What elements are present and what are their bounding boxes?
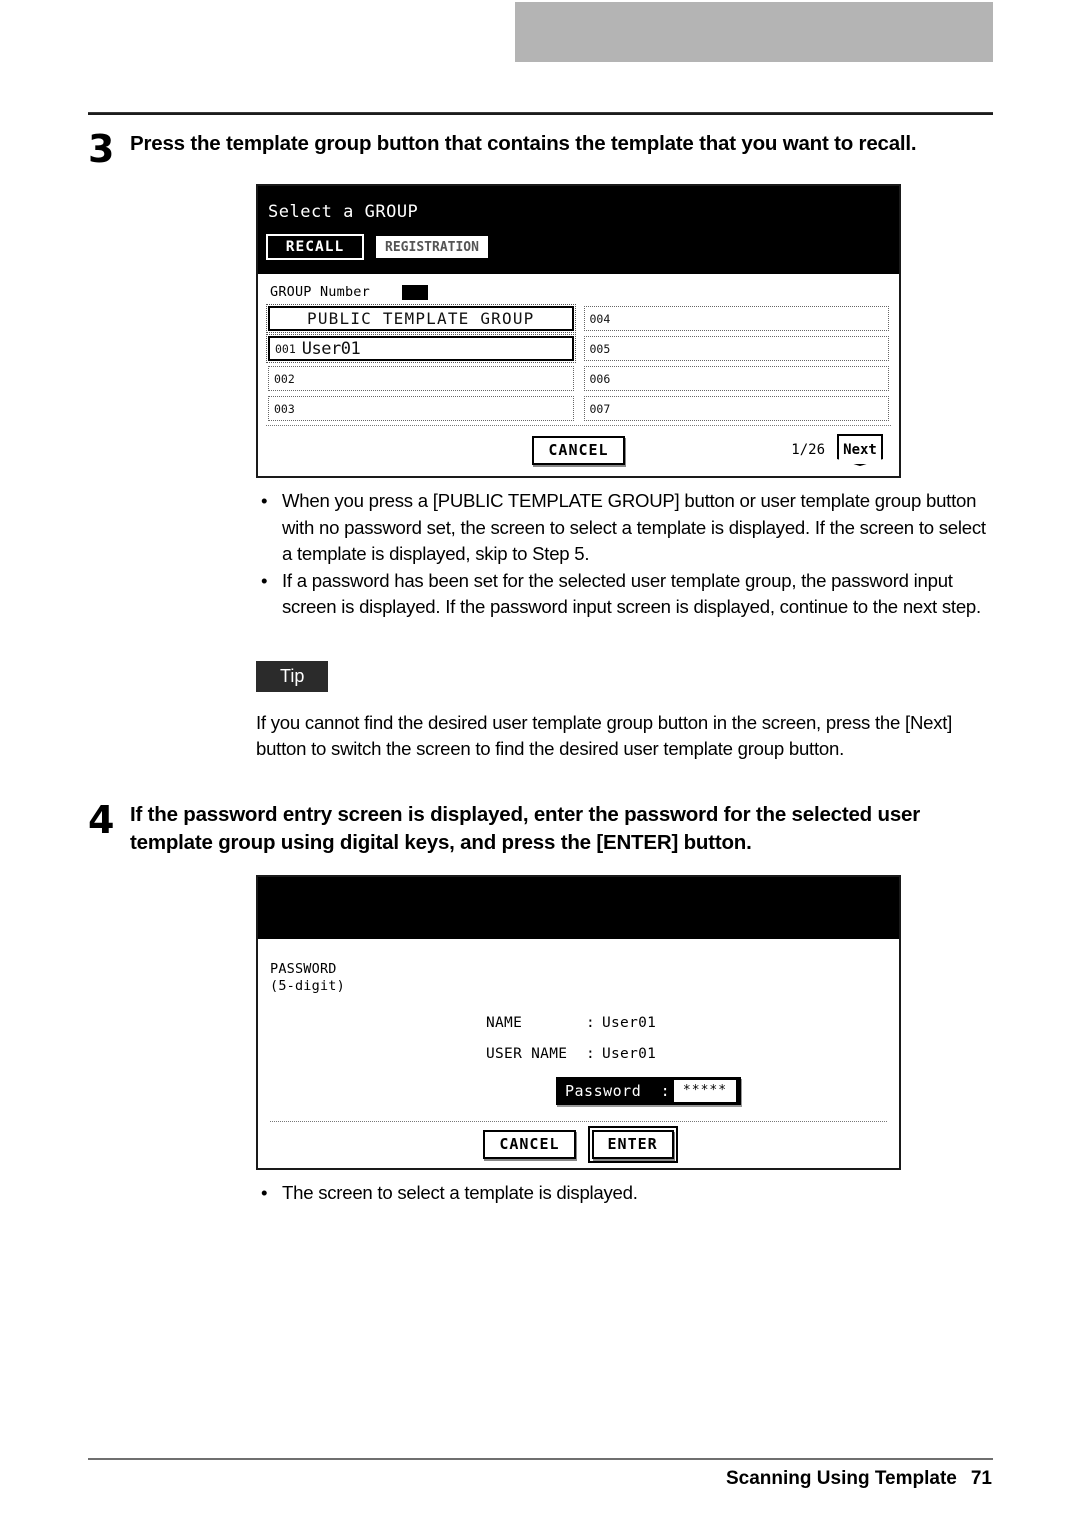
password-screen-fields: NAME : User01 USER NAME : User01 Passwor… (486, 1015, 889, 1105)
group-number-row: GROUP Number (266, 282, 891, 306)
field-user-name-row: USER NAME : User01 (486, 1046, 889, 1062)
field-name-colon: : (586, 1014, 596, 1031)
note-item: • If a password has been set for the sel… (256, 568, 993, 621)
tip-badge: Tip (256, 660, 329, 692)
group-button-index: 001 (275, 341, 296, 356)
note-text: If a password has been set for the selec… (282, 569, 981, 618)
header-divider-rule (88, 112, 993, 115)
group-screen-notes: • When you press a [PUBLIC TEMPLATE GROU… (256, 488, 993, 621)
select-group-footer: CANCEL 1/26 Next (266, 430, 891, 470)
password-cancel-button[interactable]: CANCEL (483, 1130, 576, 1159)
group-button-index: 003 (274, 401, 295, 416)
tip-text: If you cannot find the desired user temp… (256, 711, 953, 760)
group-number-value-box[interactable] (402, 284, 428, 300)
bullet-icon: • (261, 490, 268, 511)
group-button-name: User01 (301, 338, 361, 359)
step-3-number: 3 (88, 127, 114, 171)
group-button-grid: PUBLIC TEMPLATE GROUP 004 001 User01 005… (266, 304, 891, 426)
note-text: When you press a [PUBLIC TEMPLATE GROUP]… (282, 490, 986, 564)
field-user-name-colon: : (586, 1045, 596, 1062)
password-input[interactable]: Password : ***** (556, 1076, 741, 1105)
password-screen-notes: • The screen to select a template is dis… (256, 1180, 993, 1207)
group-button-index: 002 (274, 371, 295, 386)
note-item: • The screen to select a template is dis… (256, 1180, 993, 1207)
password-hint-line1: PASSWORD (270, 960, 337, 977)
page-content: 3 Press the template group button that c… (88, 130, 993, 1206)
step-4: 4 If the password entry screen is displa… (88, 801, 993, 857)
group-button-004[interactable]: 004 (583, 306, 889, 331)
step-4-number: 4 (88, 797, 114, 842)
tip-block: Tip If you cannot find the desired user … (256, 660, 993, 763)
password-screen-footer: CANCEL ENTER (268, 1122, 889, 1168)
select-group-screen: Select a GROUP RECALL REGISTRATION GROUP… (256, 184, 901, 478)
step-3: 3 Press the template group button that c… (88, 127, 993, 171)
page-footer: Scanning Using Template 71 (726, 1468, 992, 1490)
tab-recall-label: RECALL (285, 239, 345, 255)
header-gray-band (515, 2, 993, 62)
note-item: • When you press a [PUBLIC TEMPLATE GROU… (256, 488, 993, 568)
password-input-value: ***** (674, 1079, 736, 1102)
bullet-icon: • (261, 1181, 268, 1203)
footer-page-number: 71 (970, 1468, 992, 1489)
cancel-button[interactable]: CANCEL (532, 435, 625, 465)
tab-recall[interactable]: RECALL (264, 232, 366, 262)
group-button-name: PUBLIC TEMPLATE GROUP (307, 309, 535, 328)
footer-divider-rule (88, 1458, 993, 1460)
group-button-006[interactable]: 006 (583, 366, 889, 391)
step-4-instruction: If the password entry screen is displaye… (130, 802, 920, 854)
field-user-name-value: User01 (602, 1045, 657, 1062)
select-group-tab-strip: RECALL REGISTRATION (258, 232, 899, 274)
password-entry-screen: PASSWORD (5-digit) NAME : User01 USER NA… (256, 874, 901, 1170)
step-3-instruction: Press the template group button that con… (130, 132, 917, 155)
group-button-007[interactable]: 007 (583, 396, 889, 421)
group-button-001[interactable]: 001 User01 (266, 334, 576, 363)
select-group-body: GROUP Number PUBLIC TEMPLATE GROUP 004 0… (258, 274, 899, 476)
group-button-003[interactable]: 003 (268, 396, 574, 421)
group-button-002[interactable]: 002 (268, 366, 574, 391)
next-button[interactable]: Next (837, 434, 883, 466)
field-name-label: NAME (486, 1014, 523, 1031)
password-hint-line2: (5-digit) (270, 977, 345, 994)
group-button-index: 007 (589, 401, 611, 416)
field-user-name-label: USER NAME (486, 1045, 568, 1062)
tab-registration-label: REGISTRATION (385, 239, 479, 255)
page-count-indicator: 1/26 (791, 442, 825, 458)
password-screen-body: PASSWORD (5-digit) NAME : User01 USER NA… (258, 938, 899, 1168)
password-screen-title (258, 876, 899, 939)
bullet-icon: • (261, 569, 268, 591)
password-enter-button[interactable]: ENTER (587, 1126, 678, 1163)
group-number-label: GROUP Number (270, 284, 370, 300)
group-button-index: 006 (589, 371, 611, 386)
tab-registration[interactable]: REGISTRATION (374, 234, 490, 260)
password-input-colon: : (660, 1081, 670, 1100)
group-button-005[interactable]: 005 (583, 336, 889, 361)
group-button-index: 004 (589, 311, 611, 326)
group-button-index: 005 (589, 341, 611, 356)
password-input-label: Password (565, 1081, 642, 1100)
field-name-value: User01 (602, 1014, 657, 1031)
footer-section-title: Scanning Using Template (726, 1468, 957, 1489)
field-name-row: NAME : User01 (486, 1015, 889, 1031)
note-text: The screen to select a template is displ… (282, 1181, 638, 1203)
group-button-public-template-group[interactable]: PUBLIC TEMPLATE GROUP (266, 304, 576, 333)
